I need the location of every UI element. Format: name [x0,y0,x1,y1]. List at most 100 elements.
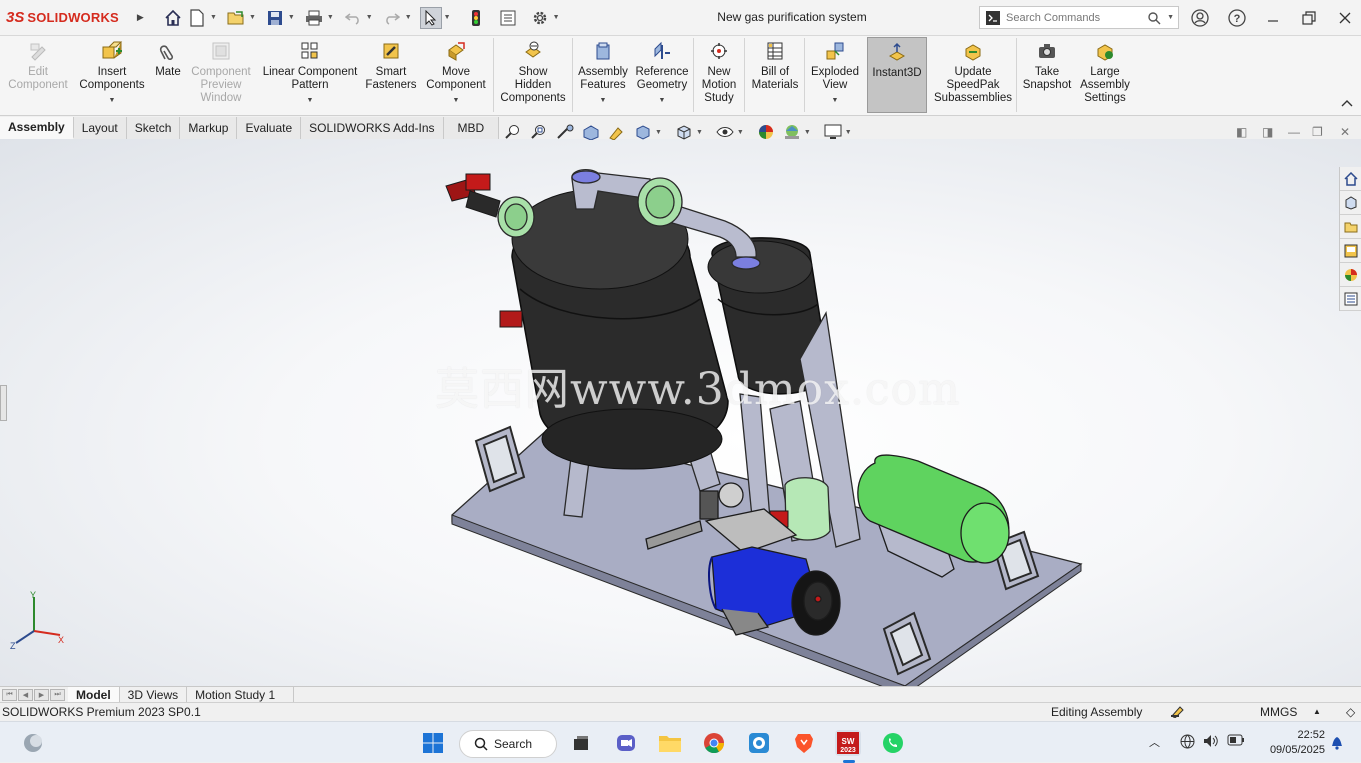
system-clock[interactable]: 22:52 09/05/2025 [1259,728,1325,758]
appearances-icon[interactable] [1340,263,1361,287]
file-explorer-icon[interactable] [657,730,683,756]
large-assembly-settings-button[interactable]: Large Assembly Settings [1078,40,1132,105]
tab-motion-study-1[interactable]: Motion Study 1 [187,686,295,703]
solidworks-resources-home-icon[interactable] [1340,167,1361,191]
chevron-down-icon[interactable]: ▼ [696,129,703,136]
collapse-ribbon-icon[interactable] [1341,96,1353,110]
tab-markup[interactable]: Markup [180,117,238,139]
select-cursor-icon[interactable] [419,6,442,29]
weather-widget-icon[interactable] [20,730,46,756]
notification-bell-icon[interactable] [1330,734,1344,753]
rebuild-traffic-light-icon[interactable] [465,7,487,29]
rebuild-pencil-icon[interactable] [1170,704,1186,721]
brave-browser-icon[interactable] [791,730,817,756]
chevron-down-icon[interactable]: ▼ [553,14,560,21]
options-gear-icon[interactable] [529,7,551,29]
save-icon[interactable] [264,7,286,29]
linear-component-pattern-button[interactable]: Linear Component Pattern ▼ [258,40,362,107]
teams-meet-icon[interactable] [613,730,639,756]
first-tab-icon[interactable]: ⏮ [2,688,17,701]
chevron-down-icon[interactable]: ▼ [109,94,116,107]
viewport-close-icon[interactable]: ✕ [1340,125,1350,139]
customize-icon[interactable]: ◇ [1346,705,1355,719]
viewport-tile-right-icon[interactable]: ◨ [1262,125,1273,139]
viewport-tile-left-icon[interactable]: ◧ [1236,125,1247,139]
chevron-up-icon[interactable]: ︿ [1149,734,1160,750]
chevron-down-icon[interactable]: ▼ [600,94,607,107]
chevron-down-icon[interactable]: ▼ [655,129,662,136]
chevron-down-icon[interactable]: ▼ [832,94,839,107]
chevron-down-icon[interactable]: ▼ [453,94,460,107]
volume-icon[interactable] [1203,734,1219,751]
custom-properties-icon[interactable] [1340,287,1361,311]
menu-expand-icon[interactable]: ▶ [137,12,144,23]
chevron-down-icon[interactable]: ▼ [249,14,256,21]
reference-geometry-button[interactable]: Reference Geometry ▼ [633,40,691,107]
instant3d-toggle[interactable]: Instant3D [867,37,927,113]
meeting-app-icon[interactable] [746,730,772,756]
view-palette-icon[interactable] [1340,239,1361,263]
tab-evaluate[interactable]: Evaluate [237,117,302,139]
chevron-down-icon[interactable]: ▼ [307,94,314,107]
whatsapp-icon[interactable] [880,730,906,756]
chevron-down-icon[interactable]: ▼ [366,14,373,21]
chevron-down-icon[interactable]: ▼ [444,14,451,21]
battery-icon[interactable] [1227,734,1245,749]
mate-button[interactable]: Mate [152,40,184,79]
move-component-button[interactable]: Move Component ▼ [422,40,490,107]
exploded-view-button[interactable]: Exploded View ▼ [808,40,862,107]
last-tab-icon[interactable]: ⏭ [50,688,65,701]
tab-assembly[interactable]: Assembly [0,117,74,139]
chevron-down-icon[interactable]: ▼ [804,129,811,136]
account-icon[interactable] [1190,8,1210,28]
language-globe-icon[interactable] [1180,734,1195,752]
tab-sketch[interactable]: Sketch [126,117,181,139]
smart-fasteners-button[interactable]: Smart Fasteners [364,40,418,92]
chevron-down-icon[interactable]: ▼ [659,94,666,107]
update-speedpak-button[interactable]: Update SpeedPak Subassemblies [932,40,1014,105]
chevron-down-icon[interactable]: ▼ [845,129,852,136]
chrome-icon[interactable] [701,730,727,756]
solidworks-taskbar-icon[interactable]: SW 2023 [835,730,861,756]
tab-layout[interactable]: Layout [73,117,127,139]
taskbar-search-box[interactable]: Search [459,730,557,758]
help-icon[interactable]: ? [1227,8,1247,28]
chevron-down-icon[interactable]: ▼ [1167,14,1174,21]
task-view-icon[interactable] [568,730,594,756]
assembly-features-button[interactable]: Assembly Features ▼ [575,40,631,107]
search-commands-input[interactable]: Search Commands ▼ [979,6,1179,29]
design-library-icon[interactable] [1340,191,1361,215]
solidworks-logo[interactable]: 3S SOLIDWORKS ▶ [0,0,144,36]
chevron-down-icon[interactable]: ▼ [405,14,412,21]
new-document-icon[interactable] [186,7,208,29]
component-preview-window-button[interactable]: Component Preview Window [188,40,254,105]
restore-icon[interactable] [1299,8,1319,28]
previous-tab-icon[interactable]: ◀ [18,688,33,701]
search-icon[interactable] [1147,11,1161,25]
windows-start-icon[interactable] [420,730,446,756]
tab-3d-views[interactable]: 3D Views [120,686,188,703]
bill-of-materials-button[interactable]: Bill of Materials [748,40,802,92]
insert-components-button[interactable]: Insert Components ▼ [76,40,148,107]
viewport-restore-icon[interactable]: ❐ [1312,125,1323,139]
next-tab-icon[interactable]: ▶ [34,688,49,701]
file-explorer-icon[interactable] [1340,215,1361,239]
chevron-up-icon[interactable]: ▲ [1313,707,1321,716]
home-icon[interactable] [162,7,184,29]
minimize-icon[interactable] [1263,8,1283,28]
new-motion-study-button[interactable]: New Motion Study [697,40,741,105]
close-icon[interactable] [1335,8,1355,28]
open-folder-icon[interactable] [225,7,247,29]
show-hidden-components-button[interactable]: Show Hidden Components [496,40,570,105]
tab-mbd[interactable]: MBD [443,117,500,139]
chevron-down-icon[interactable]: ▼ [737,129,744,136]
tab-solidworks-add-ins[interactable]: SOLIDWORKS Add-Ins [301,117,444,139]
chevron-down-icon[interactable]: ▼ [288,14,295,21]
chevron-down-icon[interactable]: ▼ [210,14,217,21]
redo-icon[interactable] [381,7,403,29]
tab-model[interactable]: Model [68,686,120,703]
take-snapshot-button[interactable]: Take Snapshot [1019,40,1075,92]
edit-component-button[interactable]: Edit Component [4,40,72,92]
unit-system-text[interactable]: MMGS [1260,705,1297,719]
file-properties-icon[interactable] [497,7,519,29]
